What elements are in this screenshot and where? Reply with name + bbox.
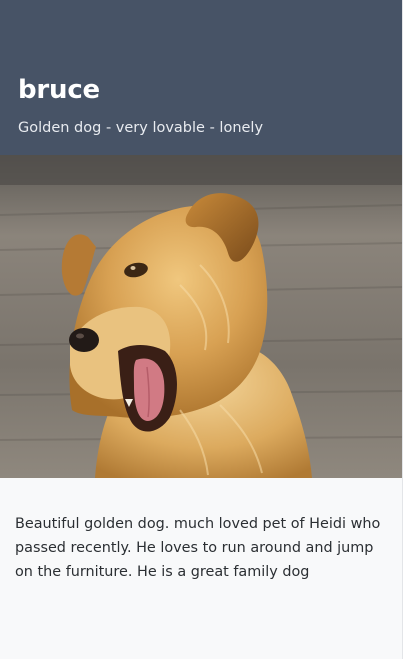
pet-subtitle: Golden dog - very lovable - lonely <box>18 120 264 136</box>
pet-name-title: bruce <box>18 75 100 105</box>
dog-photo <box>0 155 402 478</box>
card-body: Beautiful golden dog. much loved pet of … <box>0 478 402 584</box>
pet-description: Beautiful golden dog. much loved pet of … <box>15 516 381 580</box>
card-header: bruce Golden dog - very lovable - lonely <box>0 0 402 155</box>
pet-card: bruce Golden dog - very lovable - lonely <box>0 0 403 659</box>
